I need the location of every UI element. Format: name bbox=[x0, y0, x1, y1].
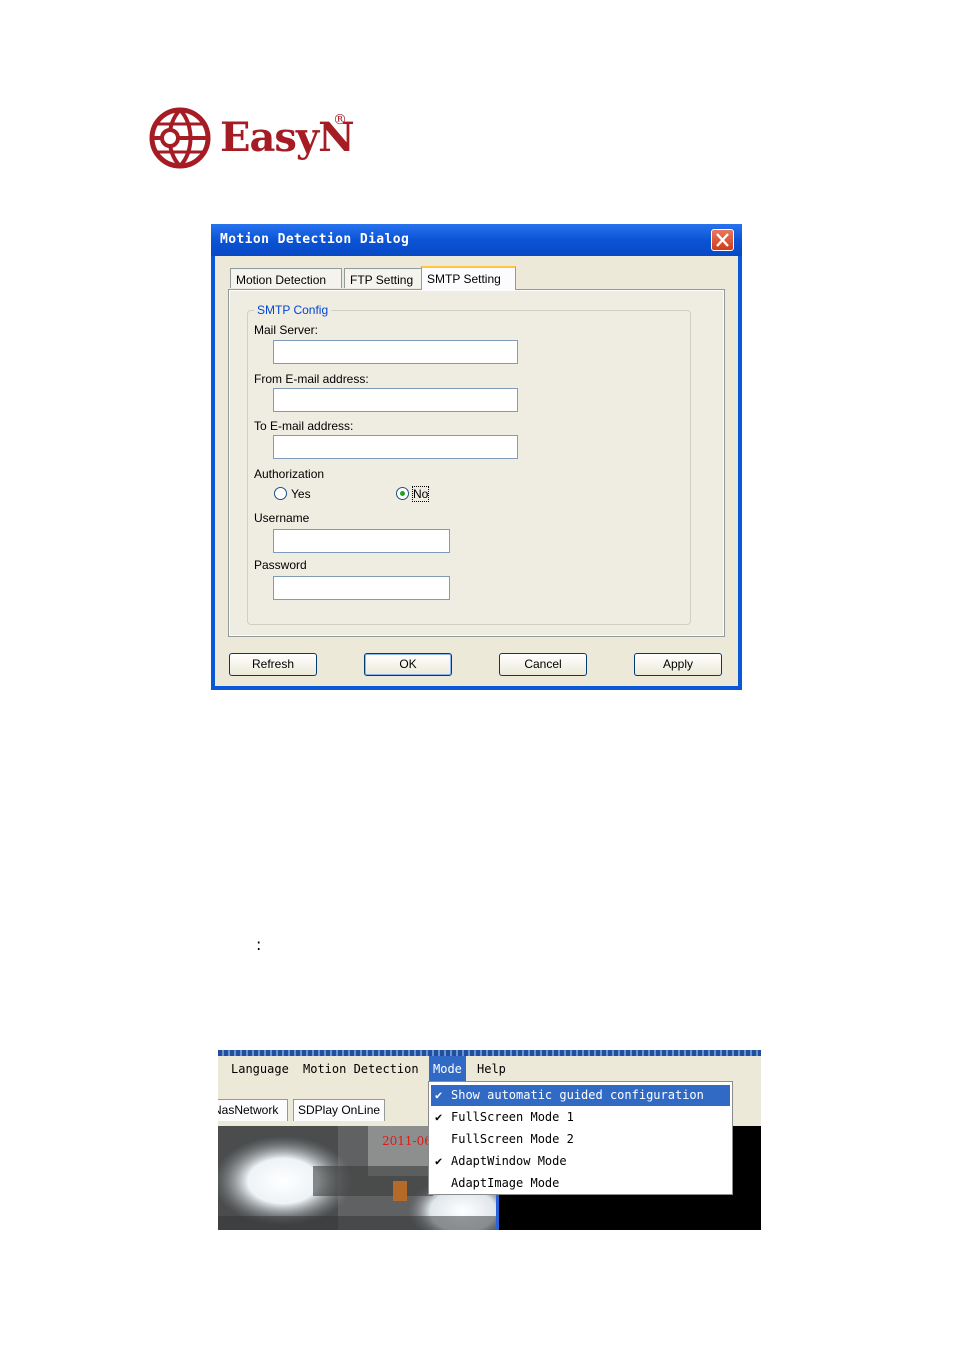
check-icon: ✔ bbox=[435, 1154, 443, 1168]
menu-mode[interactable]: Mode bbox=[429, 1056, 466, 1082]
tab-smtp-setting[interactable]: SMTP Setting bbox=[421, 266, 516, 290]
cancel-button[interactable]: Cancel bbox=[499, 653, 587, 676]
username-label: Username bbox=[254, 511, 310, 525]
video-timestamp: 2011-06 bbox=[382, 1134, 432, 1148]
mode-dropdown-menu: ✔ Show automatic guided configuration ✔ Fu… bbox=[428, 1081, 733, 1195]
menu-item-adaptwindow-mode[interactable]: ✔ AdaptWindow Mode bbox=[431, 1151, 730, 1172]
apply-button[interactable]: Apply bbox=[634, 653, 722, 676]
no-radio[interactable] bbox=[396, 487, 409, 500]
menu-help[interactable]: Help bbox=[473, 1056, 510, 1082]
tab-motion-detection[interactable]: Motion Detection bbox=[230, 268, 342, 288]
motion-detection-dialog: Motion Detection Dialog Motion Detection… bbox=[211, 224, 742, 690]
password-input[interactable] bbox=[273, 576, 450, 600]
close-icon bbox=[716, 233, 729, 247]
app-window-mode-menu: Language Motion Detection Mode Help NasN… bbox=[218, 1050, 761, 1230]
no-radio-label[interactable]: No bbox=[411, 486, 430, 502]
menu-item-show-automatic-guided-configuration[interactable]: ✔ Show automatic guided configuration bbox=[431, 1085, 730, 1106]
authorization-label: Authorization bbox=[254, 467, 325, 481]
body-colon-text: : bbox=[256, 935, 262, 954]
dialog-body: Motion Detection FTP Setting SMTP Settin… bbox=[215, 256, 738, 686]
mail-server-label: Mail Server: bbox=[254, 323, 319, 337]
check-icon: ✔ bbox=[435, 1088, 443, 1102]
to-email-label: To E-mail address: bbox=[254, 419, 354, 433]
tab-sdplay-online[interactable]: SDPlay OnLine bbox=[293, 1099, 385, 1121]
registered-mark: ® bbox=[333, 112, 347, 128]
menu-item-adaptimage-mode[interactable]: AdaptImage Mode bbox=[431, 1173, 730, 1194]
from-email-label: From E-mail address: bbox=[254, 372, 369, 386]
globe-icon bbox=[149, 107, 211, 169]
menu-language[interactable]: Language bbox=[227, 1056, 293, 1082]
ok-button[interactable]: OK bbox=[364, 653, 452, 676]
menu-item-fullscreen-mode-1[interactable]: ✔ FullScreen Mode 1 bbox=[431, 1107, 730, 1128]
check-icon: ✔ bbox=[435, 1110, 443, 1124]
yes-radio-label[interactable]: Yes bbox=[291, 487, 311, 501]
username-input[interactable] bbox=[273, 529, 450, 553]
from-email-input[interactable] bbox=[273, 388, 518, 412]
menu-item-fullscreen-mode-2[interactable]: FullScreen Mode 2 bbox=[431, 1129, 730, 1150]
yes-radio[interactable] bbox=[274, 487, 287, 500]
group-label: SMTP Config bbox=[254, 303, 332, 317]
close-button[interactable] bbox=[711, 229, 734, 251]
tab-nasnetwork[interactable]: NasNetwork bbox=[218, 1099, 288, 1121]
smtp-tab-panel: SMTP Config Mail Server: From E-mail add… bbox=[228, 289, 725, 637]
menu-motion-detection[interactable]: Motion Detection bbox=[299, 1056, 423, 1082]
refresh-button[interactable]: Refresh bbox=[229, 653, 317, 676]
to-email-input[interactable] bbox=[273, 435, 518, 459]
password-label: Password bbox=[254, 558, 307, 572]
mail-server-input[interactable] bbox=[273, 340, 518, 364]
dialog-title: Motion Detection Dialog bbox=[220, 232, 410, 247]
title-bar[interactable]: Motion Detection Dialog bbox=[211, 224, 742, 256]
tab-ftp-setting[interactable]: FTP Setting bbox=[344, 268, 422, 288]
